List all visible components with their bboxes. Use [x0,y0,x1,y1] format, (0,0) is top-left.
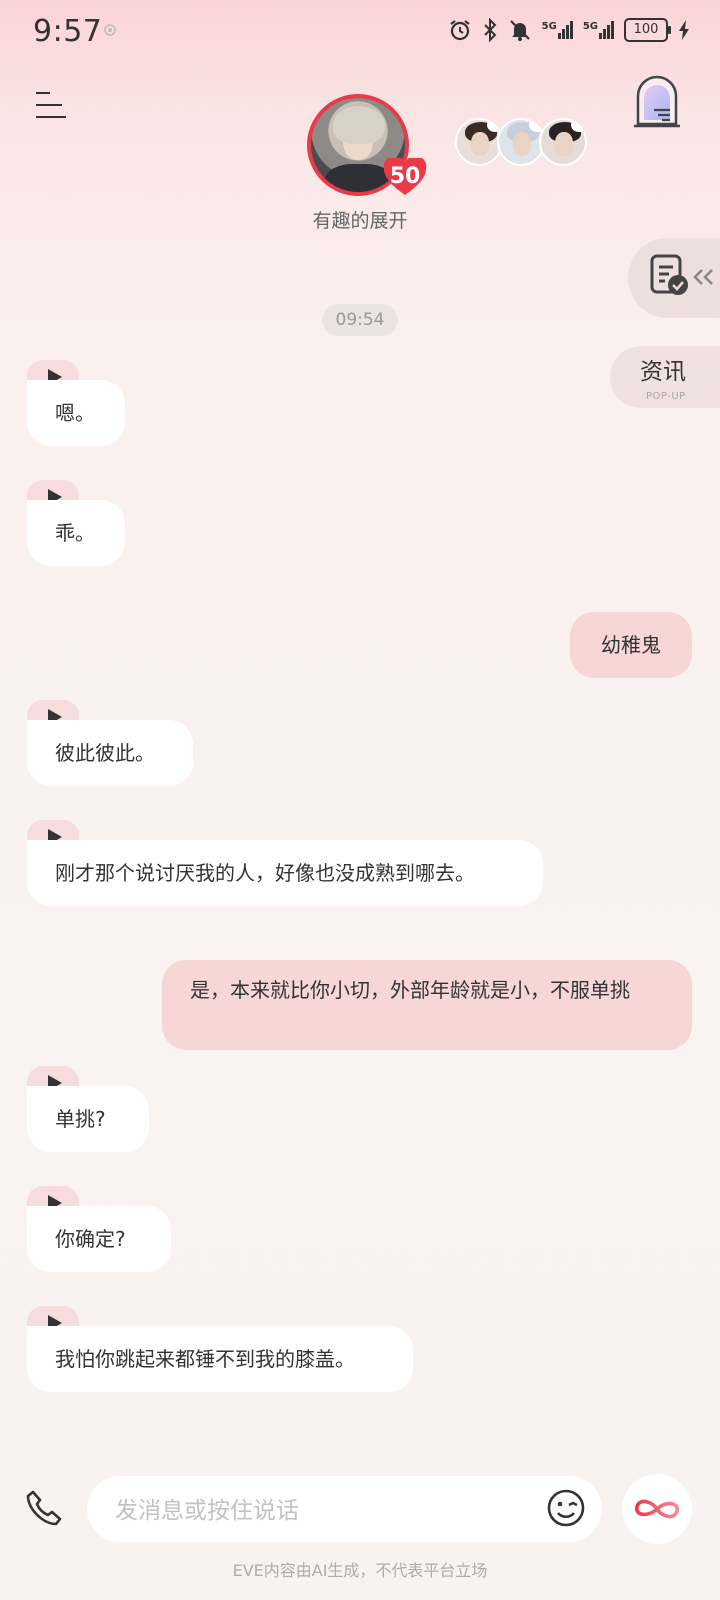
alarm-icon [449,20,470,41]
message-bubble[interactable]: 单挑? [27,1086,149,1152]
level-value: 50 [389,164,421,189]
records-tab[interactable] [628,238,720,318]
message-bubble[interactable]: 嗯。 [27,380,125,446]
message-bubble[interactable]: 幼稚鬼 [570,612,692,678]
level-badge: 50 [383,158,427,196]
message-input-placeholder: 发消息或按住说话 [115,1498,299,1524]
message-timestamp: 09:54 [322,304,398,336]
infinity-button[interactable] [622,1474,692,1544]
battery-icon: 100 [624,18,671,42]
companion-avatar[interactable] [539,118,587,166]
menu-button[interactable] [36,92,66,118]
companion-avatars[interactable] [455,118,595,168]
mute-bell-icon [509,20,530,41]
location-dot-icon [104,24,116,36]
scene-title: 有趣的展开 [312,210,408,232]
message-bubble[interactable]: 彼此彼此。 [27,720,193,786]
companion-avatar[interactable] [455,118,503,166]
message-bubble[interactable]: 你确定? [27,1206,171,1272]
bluetooth-icon [483,18,497,42]
collapse-arrows-icon [693,269,713,285]
phone-icon[interactable] [24,1488,64,1528]
signal-2-icon: 5G [583,21,614,39]
message-bubble[interactable]: 刚才那个说讨厌我的人，好像也没成熟到哪去。 [27,840,543,906]
emoji-icon[interactable] [546,1488,586,1528]
message-bubble[interactable]: 我怕你跳起来都锤不到我的膝盖。 [27,1326,413,1392]
message-bubble[interactable]: 乖。 [27,500,125,566]
companion-avatar[interactable] [497,118,545,166]
signal-1-icon: 5G [542,21,573,39]
infinity-icon [635,1499,679,1519]
news-sub-label: POP-UP [646,391,686,402]
status-icons: 5G 5G 100 [448,18,690,42]
document-check-icon [650,254,688,295]
ai-disclaimer: EVE内容由AI生成，不代表平台立场 [232,1561,488,1580]
portal-icon[interactable] [632,74,682,130]
status-time: 9:57 [33,14,103,49]
news-label: 资讯 [640,359,686,385]
message-bubble[interactable]: 是，本来就比你小切，外部年龄就是小，不服单挑 [162,960,692,1050]
charging-icon [679,20,689,40]
